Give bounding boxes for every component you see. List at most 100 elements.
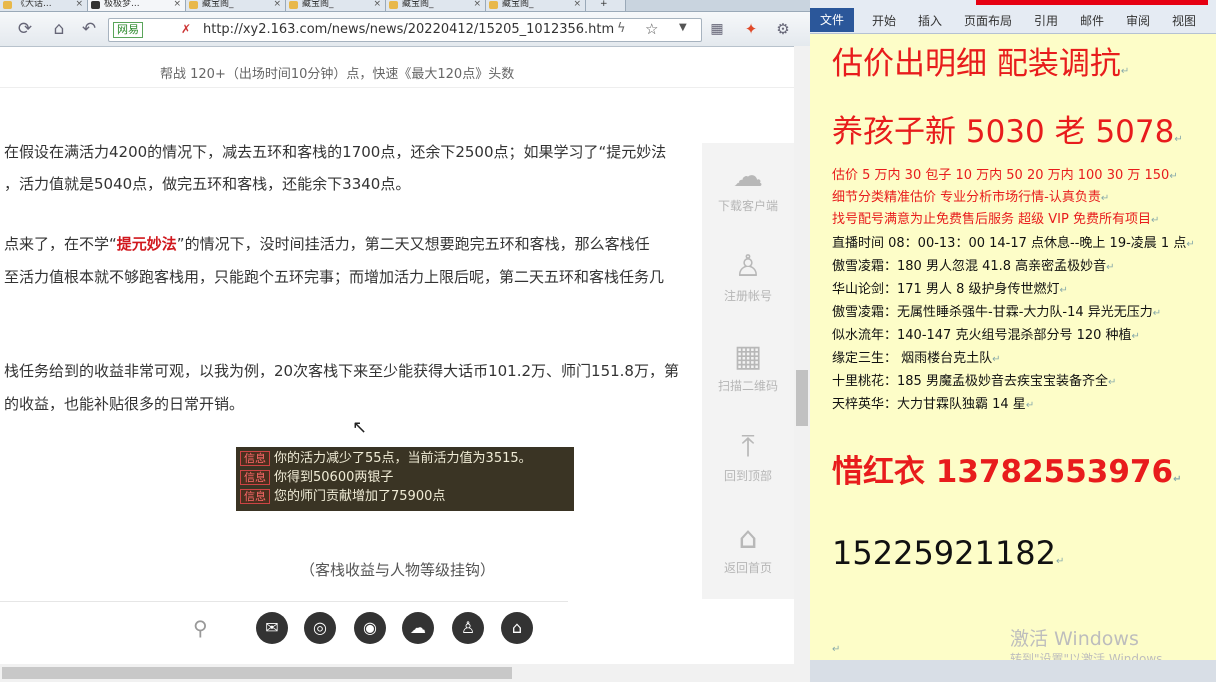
doc-line: 找号配号满意为止免费售后服务 超级 VIP 免费所有项目↵ bbox=[832, 212, 1160, 227]
close-icon[interactable]: × bbox=[273, 0, 281, 9]
message-tag: 信息 bbox=[240, 470, 270, 485]
tools-icon[interactable]: ⚙ bbox=[772, 19, 794, 39]
browser-tab[interactable]: 藏宝阁_ × bbox=[186, 0, 286, 11]
new-tab-button[interactable]: + bbox=[586, 0, 626, 11]
tab-strip: 《大话... × 极极梦... × 藏宝阁_ × 藏宝阁_ × 藏宝阁_ × 藏宝阁_ × … bbox=[0, 0, 810, 12]
ribbon-tab[interactable]: 插入 bbox=[918, 12, 942, 29]
security-icon: ✗ bbox=[181, 22, 192, 36]
tab-favicon-icon bbox=[91, 1, 100, 9]
doc-line: 天梓英华：大力甘霖队独霸 14 星↵ bbox=[832, 397, 1035, 412]
game-screenshot: 信息 你的活力减少了55点，当前活力值为3515。 信息 你得到50600两银子 信… bbox=[236, 447, 574, 511]
tab-favicon-icon bbox=[289, 1, 298, 9]
browser-tab[interactable]: 《大话... × bbox=[0, 0, 88, 11]
doc-contact: 惜红衣 13782553976↵ bbox=[832, 454, 1182, 490]
doc-heading: 养孩子新 5030 老 5078↵ bbox=[832, 114, 1183, 150]
doc-line: 缘定三生： 烟雨楼台克土队↵ bbox=[832, 351, 1001, 366]
doc-heading: 估价出明细 配装调抗↵ bbox=[832, 46, 1130, 82]
wechat-icon[interactable]: ✉ bbox=[256, 612, 288, 644]
paragraph-mark: ↵ bbox=[832, 644, 841, 655]
back-to-top-button[interactable]: ⤒ 回到顶部 bbox=[702, 413, 794, 501]
chevron-down-icon[interactable]: ▼ bbox=[679, 22, 687, 33]
activation-watermark-title: 激活 Windows bbox=[1010, 628, 1139, 650]
tab-favicon-icon bbox=[3, 1, 12, 9]
address-bar[interactable]: 网易 ✗ http://xy2.163.com/news/news/202204… bbox=[108, 18, 702, 42]
close-icon[interactable]: × bbox=[75, 0, 83, 9]
tab-favicon-icon bbox=[489, 1, 498, 9]
browser-tab[interactable]: 藏宝阁_ × bbox=[486, 0, 586, 11]
side-panel: ☁ 下载客户端 ♙ 注册帐号 ▦ 扫描二维码 ⤒ 回到顶部 ⌂ 返回首页 bbox=[702, 143, 794, 599]
doc-line: 直播时间 08：00-13：00 14-17 点休息--晚上 19-凌晨 1 点… bbox=[832, 236, 1195, 251]
highlight-text: 提元妙法 bbox=[116, 235, 177, 253]
paragraph-line: 栈任务给到的收益非常可观，以我为例，20次客栈下来至少能获得大话币101.2万、… bbox=[4, 362, 679, 380]
doc-line: 估价 5 万内 30 包子 10 万内 50 20 万内 100 30 万 15… bbox=[832, 168, 1178, 183]
horizontal-scrollbar[interactable] bbox=[0, 664, 810, 682]
word-window: 文件 开始 插入 页面布局 引用 邮件 审阅 视图 估价出明细 配装调抗↵ 养孩… bbox=[810, 0, 1216, 682]
game-icon[interactable]: ✦ bbox=[740, 19, 762, 39]
search-icon[interactable]: ⚲ bbox=[193, 616, 208, 640]
document-page[interactable]: 估价出明细 配装调抗↵ 养孩子新 5030 老 5078↵ 估价 5 万内 30… bbox=[810, 34, 1216, 660]
ribbon-tab[interactable]: 页面布局 bbox=[964, 12, 1012, 29]
close-icon[interactable]: × bbox=[573, 0, 581, 9]
file-tab[interactable]: 文件 bbox=[810, 8, 854, 32]
url-text[interactable]: http://xy2.163.com/news/news/20220412/15… bbox=[203, 22, 614, 37]
qrcode-icon: ▦ bbox=[733, 339, 763, 374]
image-caption: （客栈收益与人物等级挂钩） bbox=[300, 561, 496, 579]
share-bar: ⚲ ✉ ◎ ◉ ☁ ♙ ⌂ bbox=[0, 594, 700, 674]
browser-tab[interactable]: 藏宝阁_ × bbox=[386, 0, 486, 11]
close-icon[interactable]: × bbox=[373, 0, 381, 9]
ribbon-tab[interactable]: 视图 bbox=[1172, 12, 1196, 29]
browser-tab[interactable]: 极极梦... × bbox=[88, 0, 186, 11]
reload-icon[interactable]: ⟳ bbox=[14, 19, 36, 39]
tab-favicon-icon bbox=[189, 1, 198, 9]
close-icon[interactable]: × bbox=[173, 0, 181, 9]
message-tag: 信息 bbox=[240, 451, 270, 466]
register-account-button[interactable]: ♙ 注册帐号 bbox=[702, 233, 794, 321]
home-icon[interactable]: ⌂ bbox=[48, 19, 70, 39]
lightning-icon[interactable]: ϟ bbox=[617, 21, 626, 36]
scan-qrcode-button[interactable]: ▦ 扫描二维码 bbox=[702, 323, 794, 411]
mouse-cursor-icon: ↖ bbox=[352, 417, 368, 438]
article-top-fragment: 帮战 120+（出场时间10分钟）点，快速《最大120点》头数 bbox=[160, 67, 515, 82]
paragraph-line: 在假设在满活力4200的情况下，减去五环和客栈的1700点，还余下2500点；如… bbox=[4, 143, 667, 161]
star-icon[interactable]: ☆ bbox=[645, 20, 658, 38]
title-stripe bbox=[976, 0, 1208, 5]
scrollbar-thumb[interactable] bbox=[2, 667, 512, 679]
ribbon-tab[interactable]: 引用 bbox=[1034, 12, 1058, 29]
user-icon[interactable]: ♙ bbox=[452, 612, 484, 644]
vertical-scrollbar[interactable] bbox=[794, 46, 810, 664]
home-icon: ⌂ bbox=[738, 521, 758, 556]
paragraph-line: 的收益，也能补贴很多的日常开销。 bbox=[4, 395, 245, 413]
close-icon[interactable]: × bbox=[473, 0, 481, 9]
back-to-top-icon: ⤒ bbox=[741, 429, 755, 464]
ribbon-tab[interactable]: 邮件 bbox=[1080, 12, 1104, 29]
paragraph-line: ，活力值就是5040点，做完五环和客栈，还能余下3340点。 bbox=[4, 175, 411, 193]
game-message: 信息 您的师门贡献增加了75900点 bbox=[240, 489, 445, 505]
article-page: 帮战 120+（出场时间10分钟）点，快速《最大120点》头数 在假设在满活力4… bbox=[0, 47, 810, 682]
weibo-icon[interactable]: ◉ bbox=[354, 612, 386, 644]
scrollbar-thumb[interactable] bbox=[796, 370, 808, 426]
status-bar bbox=[810, 660, 1216, 682]
doc-phone: 15225921182↵ bbox=[832, 534, 1065, 572]
divider bbox=[0, 87, 795, 88]
back-icon[interactable]: ↶ bbox=[78, 19, 100, 39]
navigation-bar: ⟳ ⌂ ↶ 网易 ✗ http://xy2.163.com/news/news/… bbox=[0, 12, 810, 47]
qq-icon[interactable]: ◎ bbox=[304, 612, 336, 644]
doc-line: 似水流年：140-147 克火组号混杀部分号 120 种植↵ bbox=[832, 328, 1140, 343]
tab-favicon-icon bbox=[389, 1, 398, 9]
game-message: 信息 你的活力减少了55点，当前活力值为3515。 bbox=[240, 451, 532, 467]
user-add-icon: ♙ bbox=[734, 249, 762, 284]
game-message: 信息 你得到50600两银子 bbox=[240, 470, 393, 486]
cloud-icon[interactable]: ☁ bbox=[402, 612, 434, 644]
site-badge: 网易 bbox=[113, 22, 143, 38]
browser-window: 《大话... × 极极梦... × 藏宝阁_ × 藏宝阁_ × 藏宝阁_ × 藏宝阁_ × … bbox=[0, 0, 810, 682]
home-icon[interactable]: ⌂ bbox=[501, 612, 533, 644]
ribbon-bar: 文件 开始 插入 页面布局 引用 邮件 审阅 视图 bbox=[810, 0, 1216, 34]
browser-tab[interactable]: 藏宝阁_ × bbox=[286, 0, 386, 11]
ribbon-tab[interactable]: 审阅 bbox=[1126, 12, 1150, 29]
grid-icon[interactable]: ▦ bbox=[706, 19, 728, 39]
return-home-button[interactable]: ⌂ 返回首页 bbox=[702, 505, 794, 593]
doc-line: 十里桃花：185 男魔孟极妙音去疾宝宝装备齐全↵ bbox=[832, 374, 1117, 389]
download-cloud-icon: ☁ bbox=[733, 159, 763, 194]
download-client-button[interactable]: ☁ 下载客户端 bbox=[702, 143, 794, 231]
ribbon-tab[interactable]: 开始 bbox=[872, 12, 896, 29]
